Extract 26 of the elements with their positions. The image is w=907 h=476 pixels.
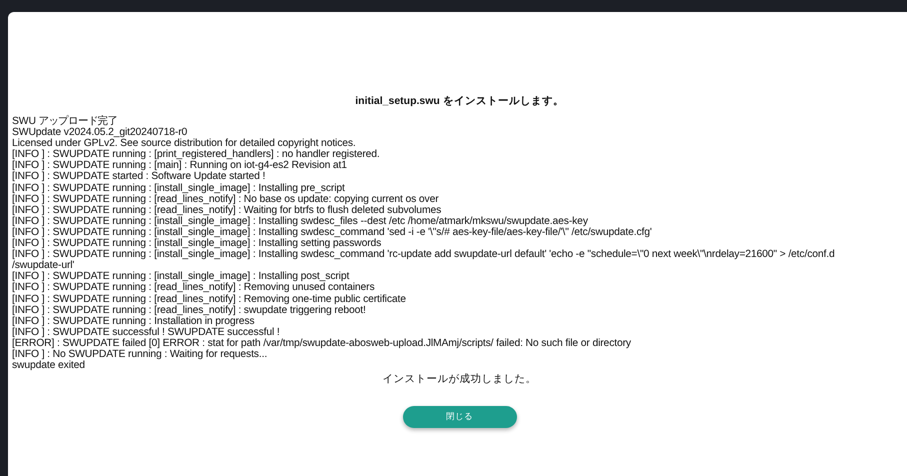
- log-line: [INFO ] : SWUPDATE running : [install_single_image] : Installing swdesc_command 'rc-update add swupdate-url default' 'echo -e "schedule=\"0 next week\"\nrdelay=21600" > /etc/conf.d: [12, 249, 836, 260]
- close-button[interactable]: 閉じる: [402, 406, 516, 428]
- log-line: [INFO ] : SWUPDATE running : Installation in progress: [12, 316, 256, 327]
- log-line: Licensed under GPLv2. See source distribution for detailed copyright notices.: [12, 138, 357, 150]
- log-line: [INFO ] : SWUPDATE running : [install_single_image] : Installing swdesc_command 'sed -i -e '\''s/# aes-key-file/aes-key-file/'\'' /etc/swupdate.cfg': [12, 226, 653, 238]
- log-line: SWU アップロード完了: [12, 116, 118, 128]
- log-line: /swupdate-url': [12, 260, 76, 272]
- log-line: [INFO ] : No SWUPDATE running : Waiting for requests...: [12, 348, 268, 360]
- log-line: swupdate exited: [12, 360, 86, 372]
- log-line: [INFO ] : SWUPDATE running : [read_lines_notify] : No base os update: copying current os over: [12, 194, 440, 205]
- log-line: [INFO ] : SWUPDATE running : [read_lines_notify] : swupdate triggering reboot!: [12, 304, 367, 316]
- log-line: [INFO ] : SWUPDATE running : [install_single_image] : Installing setting passwords: [12, 238, 382, 250]
- dialog-title: initial_setup.swu をインストールします。: [354, 94, 565, 109]
- log-line: SWUpdate v2024.05.2_git20240718-r0: [12, 127, 188, 138]
- result-message: インストールが成功しました。: [382, 372, 538, 386]
- log-line: [INFO ] : SWUPDATE running : [read_lines_notify] : Removing unused containers: [12, 282, 376, 294]
- log-line: [INFO ] : SWUPDATE running : [install_single_image] : Installing swdesc_files --dest /etc /home/atmark/mkswu/swupdate.aes-key: [12, 216, 589, 227]
- log-line: [INFO ] : SWUPDATE running : [install_single_image] : Installing pre_script: [12, 182, 346, 194]
- log-line: [INFO ] : SWUPDATE started : Software Update started !: [12, 171, 266, 183]
- log-line: [INFO ] : SWUPDATE running : [read_lines_notify] : Waiting for btrfs to flush deleted subvolumes: [12, 204, 442, 216]
- log-line: [INFO ] : SWUPDATE running : [print_registered_handlers] : no handler registered.: [12, 149, 381, 160]
- log-line: [INFO ] : SWUPDATE running : [read_lines_notify] : Removing one-time public certificate: [12, 294, 407, 305]
- log-line: [INFO ] : SWUPDATE successful ! SWUPDATE successful !: [12, 326, 281, 338]
- log-line: [ERROR] : SWUPDATE failed [0] ERROR : stat for path /var/tmp/swupdate-abosweb-upload.JlMAmj/scripts/ failed: No such file or directory: [12, 338, 632, 349]
- log-line: [INFO ] : SWUPDATE running : [main] : Running on iot-g4-es2 Revision at1: [12, 160, 348, 172]
- log-line: [INFO ] : SWUPDATE running : [install_single_image] : Installing post_script: [12, 271, 350, 282]
